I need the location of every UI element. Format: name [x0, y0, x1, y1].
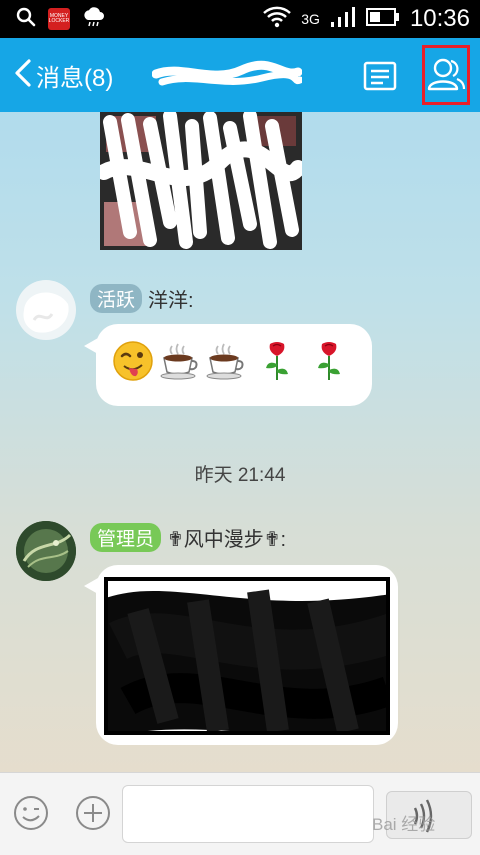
sender-avatar-redacted[interactable] — [16, 280, 76, 340]
sender-avatar[interactable] — [16, 521, 76, 581]
header-bar: 消息(8) — [0, 38, 480, 112]
plus-icon — [76, 796, 110, 830]
emoji-button[interactable] — [12, 794, 50, 832]
chat-area[interactable]: 活跃 洋洋: 昨天 21:44 管理员 ✟风中漫步✟: — [0, 112, 480, 772]
bubble-tail — [84, 578, 98, 594]
sender-name: ✟风中漫步✟: — [167, 529, 287, 551]
image-message-bubble[interactable] — [96, 565, 398, 745]
message-timestamp: 昨天 21:44 — [194, 465, 286, 486]
message-input[interactable] — [122, 785, 374, 843]
back-button[interactable]: 消息(8) — [14, 38, 113, 112]
image-message-redacted[interactable] — [100, 112, 302, 250]
money-locker-app-icon: MONEY LOCKER — [48, 8, 70, 30]
watermark: Bai 经验 — [372, 815, 436, 834]
wifi-icon — [263, 6, 292, 32]
group-members-button[interactable] — [422, 45, 470, 105]
coffee-emoji — [158, 340, 200, 382]
tongue-wink-emoji — [112, 340, 154, 382]
admin-badge: 管理员 — [90, 523, 162, 552]
image-message-redacted[interactable] — [104, 577, 390, 735]
back-label: 消息(8) — [36, 64, 114, 92]
weather-icon — [82, 7, 106, 31]
sender-name: 洋洋: — [148, 290, 194, 312]
sender-line: 活跃 洋洋: — [90, 284, 194, 313]
emoji-message-bubble[interactable] — [96, 324, 372, 406]
sender-line: 管理员 ✟风中漫步✟: — [90, 523, 286, 552]
rose-emoji — [308, 340, 350, 382]
rose-emoji — [256, 340, 298, 382]
people-icon — [427, 58, 466, 91]
chevron-left-icon — [14, 58, 32, 92]
search-icon — [16, 7, 36, 31]
status-bar: MONEY LOCKER 3G 10:36 — [0, 0, 480, 38]
member-level-badge: 活跃 — [90, 284, 143, 313]
group-info-button[interactable] — [360, 56, 400, 96]
more-options-button[interactable] — [74, 794, 112, 832]
chat-title-redacted — [151, 58, 304, 94]
smiley-icon — [14, 796, 48, 830]
list-icon — [363, 61, 397, 91]
battery-icon — [365, 7, 400, 31]
bubble-tail — [84, 338, 98, 354]
network-type: 3G — [301, 11, 320, 27]
signal-icon — [330, 6, 356, 32]
coffee-emoji — [204, 340, 246, 382]
clock: 10:36 — [409, 5, 470, 32]
